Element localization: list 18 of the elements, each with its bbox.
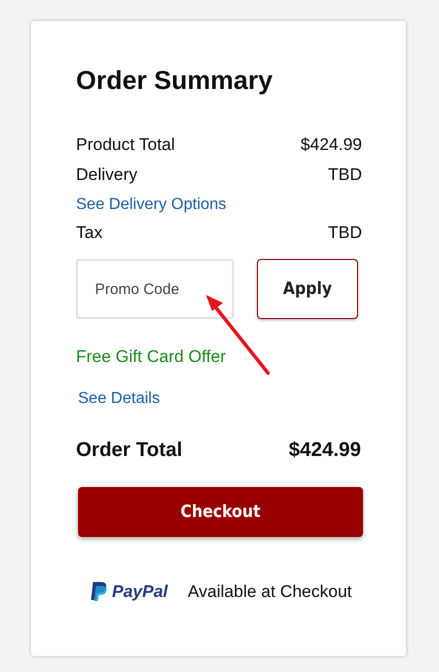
line-value: TBD	[328, 223, 362, 243]
summary-title: Order Summary	[76, 65, 274, 95]
line-label: Product Total	[76, 135, 175, 155]
paypal-logo: PayPal	[112, 582, 168, 602]
line-label: Tax	[76, 223, 102, 243]
total-value: $424.99	[288, 439, 361, 462]
paypal-icon	[90, 582, 108, 602]
checkout-button[interactable]: Checkout	[78, 487, 363, 537]
line-value: TBD	[328, 165, 362, 185]
line-label: Delivery	[76, 165, 138, 185]
apply-button[interactable]: Apply	[257, 259, 358, 319]
see-details-link[interactable]: See Details	[78, 389, 160, 409]
total-label: Order Total	[76, 439, 182, 462]
gift-card-offer: Free Gift Card Offer	[76, 347, 227, 367]
promo-code-field[interactable]: Promo Code	[76, 259, 234, 319]
paypal-note: Available at Checkout	[188, 582, 352, 602]
line-value: $424.99	[300, 135, 362, 155]
delivery-options-link[interactable]: See Delivery Options	[76, 195, 226, 215]
